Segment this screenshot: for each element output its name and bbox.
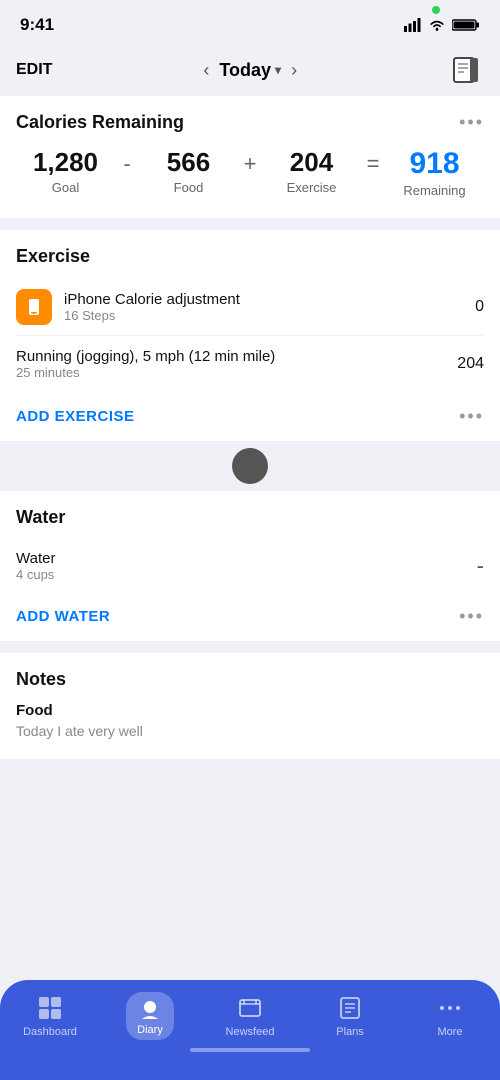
signal-icon: [404, 18, 422, 32]
water-section-title: Water: [16, 507, 484, 528]
nav-item-plans[interactable]: Plans: [300, 994, 400, 1038]
running-name: Running (jogging), 5 mph (12 min mile): [16, 348, 275, 365]
diary-icon[interactable]: [448, 52, 484, 88]
calories-menu-dots[interactable]: •••: [459, 112, 484, 133]
nav-item-dashboard[interactable]: Dashboard: [0, 994, 100, 1038]
running-cal: 204: [457, 355, 484, 373]
section-divider-2: [0, 641, 500, 653]
goal-item: 1,280 Goal: [16, 147, 115, 195]
nav-item-newsfeed[interactable]: Newsfeed: [200, 994, 300, 1038]
exercise-section: Exercise iPhone Calorie adjustment 16 St…: [0, 230, 500, 441]
iphone-exercise-cal: 0: [475, 298, 484, 316]
water-menu-dots[interactable]: •••: [459, 606, 484, 627]
plans-icon: [336, 994, 364, 1022]
bottom-nav: Dashboard Diary: [0, 980, 500, 1080]
edit-button[interactable]: EDIT: [16, 61, 52, 79]
equals-operator: =: [361, 147, 385, 177]
diary-label: Diary: [137, 1024, 163, 1036]
running-exercise-item[interactable]: Running (jogging), 5 mph (12 min mile) 2…: [16, 336, 484, 392]
plans-label: Plans: [336, 1026, 364, 1038]
notes-food-title: Food: [16, 702, 484, 719]
exercise-cal-label: Exercise: [287, 180, 337, 195]
food-label: Food: [174, 180, 204, 195]
notes-section: Notes Food Today I ate very well: [0, 653, 500, 759]
calories-row: 1,280 Goal - 566 Food + 204 Exercise = 9…: [16, 147, 484, 198]
status-icons: [404, 18, 480, 32]
iphone-exercise-item[interactable]: iPhone Calorie adjustment 16 Steps 0: [16, 279, 484, 336]
goal-label: Goal: [52, 180, 79, 195]
running-sub: 25 minutes: [16, 365, 275, 380]
next-day-button[interactable]: ›: [291, 60, 297, 81]
nav-item-diary[interactable]: Diary: [100, 992, 200, 1040]
iphone-exercise-name: iPhone Calorie adjustment: [64, 291, 240, 308]
status-bar: 9:41: [0, 0, 500, 44]
notes-section-title: Notes: [16, 669, 484, 690]
water-section: Water Water 4 cups - ADD WATER •••: [0, 491, 500, 641]
green-dot: [432, 6, 440, 14]
prev-day-button[interactable]: ‹: [203, 60, 209, 81]
diary-nav-icon: [136, 996, 164, 1024]
status-time: 9:41: [20, 15, 54, 35]
water-item[interactable]: Water 4 cups -: [16, 540, 484, 592]
goal-value: 1,280: [33, 147, 98, 178]
water-name: Water: [16, 550, 55, 567]
water-sub: 4 cups: [16, 567, 55, 582]
today-label[interactable]: Today ▾: [219, 60, 281, 81]
exercise-cal-value: 204: [290, 147, 333, 178]
dashboard-icon: [36, 994, 64, 1022]
bottom-nav-items: Dashboard Diary: [0, 992, 500, 1040]
nav-item-more[interactable]: More: [400, 994, 500, 1038]
add-exercise-row: ADD EXERCISE •••: [16, 392, 484, 441]
calories-section: Calories Remaining ••• 1,280 Goal - 566 …: [0, 96, 500, 218]
food-value: 566: [167, 147, 210, 178]
exercise-menu-dots[interactable]: •••: [459, 406, 484, 427]
exercise-calories-item: 204 Exercise: [262, 147, 361, 195]
phone-icon: [24, 297, 44, 317]
remaining-label: Remaining: [403, 183, 465, 198]
remaining-value: 918: [409, 147, 459, 181]
home-indicator: [190, 1048, 310, 1052]
add-water-row: ADD WATER •••: [16, 592, 484, 641]
exercise-section-title: Exercise: [16, 246, 484, 267]
date-nav: ‹ Today ▾ ›: [203, 60, 297, 81]
minus-operator: -: [115, 147, 139, 177]
dashboard-label: Dashboard: [23, 1026, 77, 1038]
water-minus-button[interactable]: -: [477, 553, 484, 579]
remaining-item: 918 Remaining: [385, 147, 484, 198]
newsfeed-icon: [236, 994, 264, 1022]
more-label: More: [437, 1026, 462, 1038]
scroll-indicator-area: [0, 441, 500, 491]
nav-bar: EDIT ‹ Today ▾ ›: [0, 44, 500, 96]
food-item: 566 Food: [139, 147, 238, 195]
date-dropdown-icon: ▾: [275, 63, 281, 77]
phone-icon-box: [16, 289, 52, 325]
plus-operator: +: [238, 147, 262, 177]
wifi-icon: [428, 18, 446, 32]
more-icon: [436, 994, 464, 1022]
section-divider-1: [0, 218, 500, 230]
calories-title: Calories Remaining: [16, 112, 184, 133]
add-water-button[interactable]: ADD WATER: [16, 608, 110, 625]
newsfeed-label: Newsfeed: [226, 1026, 275, 1038]
battery-icon: [452, 18, 480, 32]
iphone-exercise-sub: 16 Steps: [64, 308, 240, 323]
scroll-indicator-dot: [232, 448, 268, 484]
notes-food-text: Today I ate very well: [16, 723, 484, 739]
add-exercise-button[interactable]: ADD EXERCISE: [16, 408, 135, 425]
